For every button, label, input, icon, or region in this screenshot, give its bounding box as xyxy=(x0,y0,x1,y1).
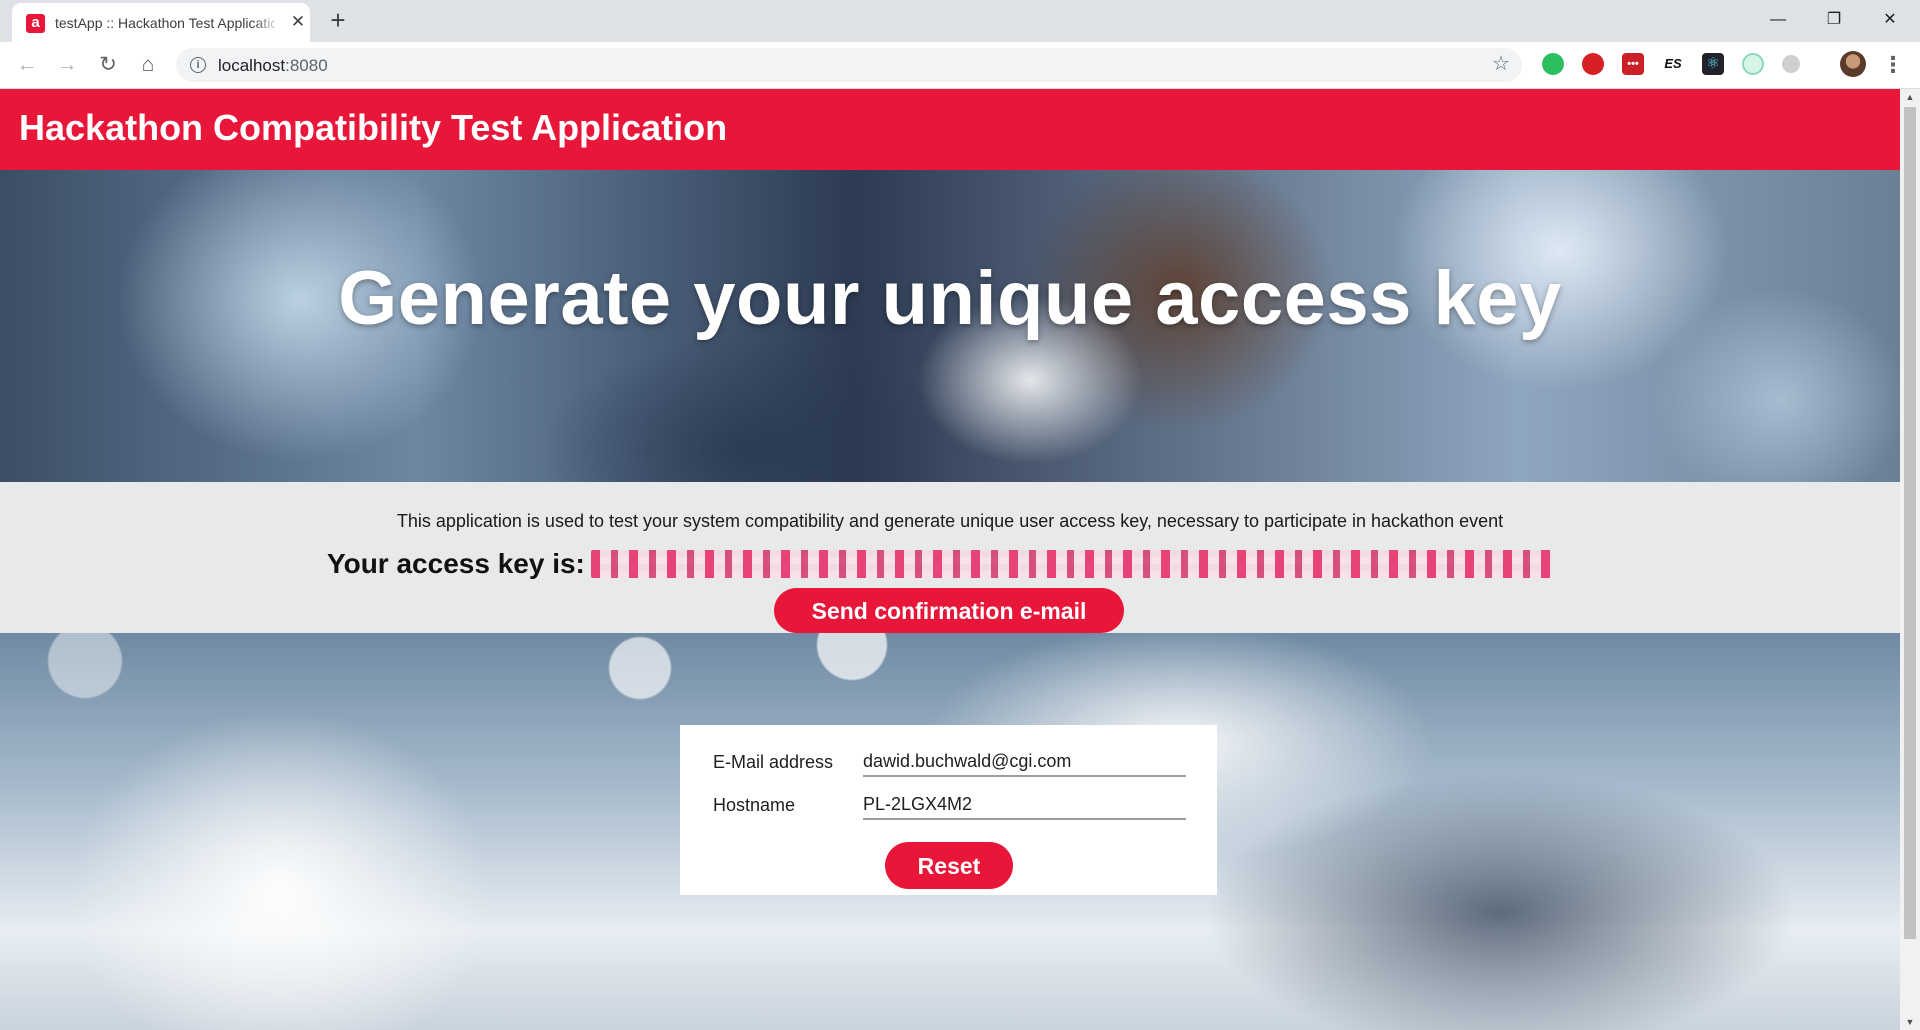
tab-title: testApp :: Hackathon Test Application xyxy=(55,15,275,31)
reload-icon[interactable]: ↻ xyxy=(93,50,123,80)
reset-button[interactable]: Reset xyxy=(885,842,1013,889)
access-key-panel: This application is used to test your sy… xyxy=(0,482,1900,633)
lower-background: E-Mail address Hostname Reset xyxy=(0,633,1900,1030)
scroll-down-arrow-icon[interactable]: ▼ xyxy=(1900,1014,1920,1030)
browser-toolbar: ← → ↻ ⌂ i localhost:8080 ☆ ••• ES ⚛ ⋮ xyxy=(0,42,1920,89)
user-form-card: E-Mail address Hostname Reset xyxy=(680,725,1217,895)
react-devtools-icon[interactable]: ⚛ xyxy=(1702,53,1724,75)
close-window-icon[interactable]: ✕ xyxy=(1870,6,1910,34)
color-picker-icon[interactable] xyxy=(1742,53,1764,75)
url-text[interactable]: localhost:8080 xyxy=(218,56,328,76)
tab-title-fade xyxy=(252,11,282,37)
close-tab-icon[interactable]: ✕ xyxy=(289,13,307,31)
email-field[interactable] xyxy=(863,749,1186,777)
access-key-value-redacted xyxy=(591,550,1551,578)
page-viewport: Hackathon Compatibility Test Application… xyxy=(0,89,1900,1030)
access-key-label: Your access key is: xyxy=(327,548,585,579)
address-bar[interactable]: i localhost:8080 ☆ xyxy=(176,48,1522,82)
email-label: E-Mail address xyxy=(713,752,834,772)
forward-arrow-icon[interactable]: → xyxy=(52,50,82,80)
browser-tab[interactable]: a testApp :: Hackathon Test Application … xyxy=(12,3,310,42)
back-arrow-icon[interactable]: ← xyxy=(12,50,42,80)
browser-menu-icon[interactable]: ⋮ xyxy=(1882,50,1904,80)
app-header: Hackathon Compatibility Test Application xyxy=(0,89,1900,170)
app-favicon-icon: a xyxy=(26,14,45,33)
send-confirmation-button[interactable]: Send confirmation e-mail xyxy=(774,588,1124,633)
restore-window-icon[interactable]: ❐ xyxy=(1814,6,1854,34)
evernote-icon[interactable] xyxy=(1542,53,1564,75)
profile-avatar[interactable] xyxy=(1840,51,1866,77)
bookmark-star-icon[interactable]: ☆ xyxy=(1490,53,1512,75)
lastpass-icon[interactable]: ••• xyxy=(1622,53,1644,75)
home-icon[interactable]: ⌂ xyxy=(133,50,163,80)
url-host: localhost xyxy=(218,56,286,75)
browser-tabstrip: a testApp :: Hackathon Test Application … xyxy=(0,0,1920,42)
new-tab-icon[interactable]: + xyxy=(325,7,351,33)
scroll-up-arrow-icon[interactable]: ▲ xyxy=(1900,89,1920,105)
hostname-field[interactable] xyxy=(863,792,1186,820)
app-description: This application is used to test your sy… xyxy=(396,511,1504,531)
url-port: :8080 xyxy=(285,56,328,75)
scroll-thumb[interactable] xyxy=(1904,107,1916,939)
app-title: Hackathon Compatibility Test Application xyxy=(19,107,728,148)
site-info-icon[interactable]: i xyxy=(190,57,206,73)
es-icon[interactable]: ES xyxy=(1662,53,1684,75)
hero-banner: Generate your unique access key xyxy=(0,170,1900,482)
opera-icon[interactable] xyxy=(1582,53,1604,75)
minimize-window-icon[interactable]: ― xyxy=(1758,6,1798,34)
hero-heading: Generate your unique access key xyxy=(338,256,1562,341)
page-scrollbar[interactable]: ▲ ▼ xyxy=(1900,89,1920,1030)
circle-extension-icon[interactable] xyxy=(1782,55,1800,73)
hostname-label: Hostname xyxy=(713,795,796,815)
